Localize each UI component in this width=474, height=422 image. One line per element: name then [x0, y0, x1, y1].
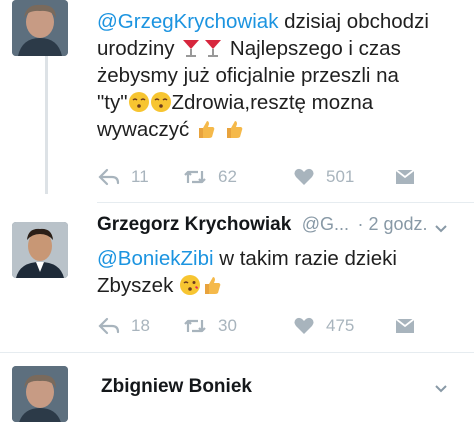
tweet-2-text: @BoniekZibi w takim razie dzieki Zbyszek	[97, 247, 397, 297]
thumbs-up-emoji-icon	[223, 118, 245, 140]
tweet-divider	[97, 202, 474, 203]
tweet-divider	[0, 352, 474, 353]
heart-icon	[294, 168, 314, 185]
cocktail-emoji-icon	[202, 37, 224, 59]
direct-message-icon	[395, 169, 415, 184]
winking-kiss-emoji-icon	[179, 274, 201, 296]
reply-button[interactable]: 18	[97, 314, 167, 338]
retweet-button[interactable]: 62	[182, 165, 262, 189]
tweet-1-text: @GrzegKrychowiak dzisiaj obchodzi urodzi…	[97, 10, 429, 141]
like-button[interactable]: 475	[292, 314, 382, 338]
author-handle[interactable]: @G...	[302, 214, 349, 234]
tweet-3[interactable]: Zbigniew Boniek	[97, 354, 474, 410]
retweet-icon	[184, 319, 206, 333]
author-name[interactable]: Grzegorz Krychowiak	[97, 214, 291, 235]
mention-link[interactable]: @GrzegKrychowiak	[97, 10, 278, 33]
avatar-boniek[interactable]	[12, 0, 68, 56]
direct-message-button[interactable]	[393, 165, 423, 189]
direct-message-button[interactable]	[393, 314, 423, 338]
thread-line-top	[45, 56, 48, 194]
tweet-1[interactable]: @GrzegKrychowiak dzisiaj obchodzi urodzi…	[97, 0, 474, 194]
tweet-timestamp[interactable]: · 2 godz.	[357, 214, 427, 234]
tweet-2[interactable]: Grzegorz Krychowiak @G... · 2 godz. @Bon…	[97, 204, 474, 344]
reply-icon	[98, 168, 120, 186]
avatar-boniek[interactable]	[12, 366, 68, 422]
direct-message-icon	[395, 318, 415, 333]
avatar-krychowiak[interactable]	[12, 222, 68, 278]
chevron-down-icon[interactable]	[434, 222, 448, 236]
mention-link[interactable]: @BoniekZibi	[97, 247, 214, 270]
thumbs-up-emoji-icon	[201, 274, 223, 296]
tweet-2-header: Grzegorz Krychowiak @G... · 2 godz.	[97, 214, 428, 236]
reply-button[interactable]: 11	[97, 165, 167, 189]
retweet-icon	[184, 170, 206, 184]
thumbs-up-emoji-icon	[195, 118, 217, 140]
tweet-3-header: Zbigniew Boniek	[101, 376, 252, 398]
like-button[interactable]: 501	[292, 165, 382, 189]
reply-icon	[98, 317, 120, 335]
cocktail-emoji-icon	[180, 37, 202, 59]
kissing-face-emoji-icon	[150, 91, 172, 113]
kissing-face-emoji-icon	[128, 91, 150, 113]
heart-icon	[294, 317, 314, 334]
chevron-down-icon[interactable]	[434, 382, 448, 396]
retweet-button[interactable]: 30	[182, 314, 262, 338]
author-name[interactable]: Zbigniew Boniek	[101, 376, 252, 397]
